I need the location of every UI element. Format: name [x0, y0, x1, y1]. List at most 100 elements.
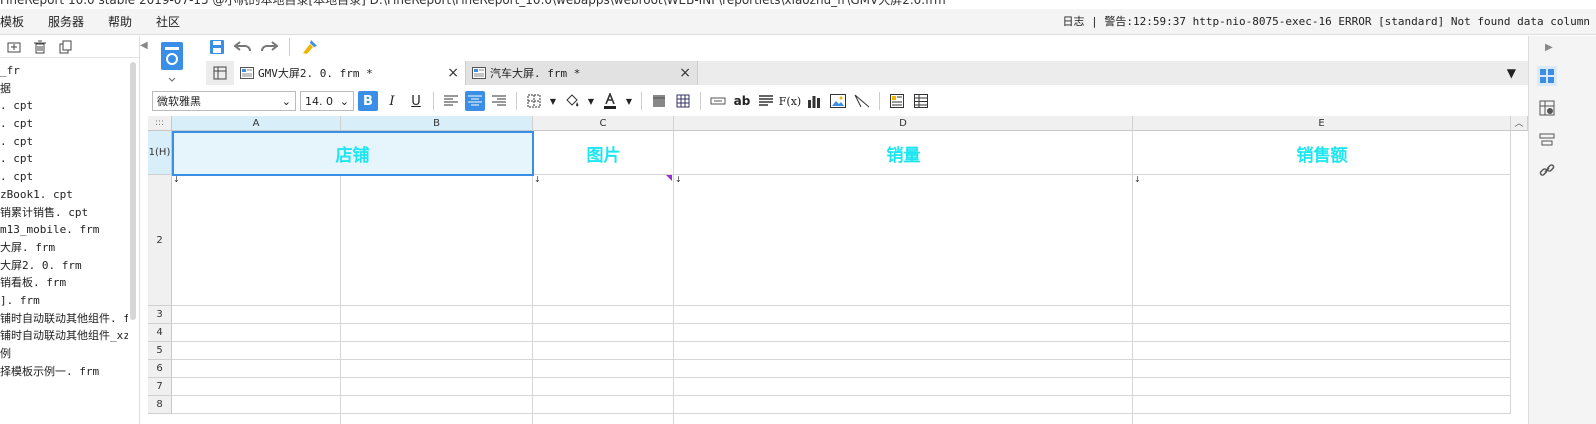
- tree-item[interactable]: . cpt: [0, 133, 128, 151]
- tree-item[interactable]: . cpt: [0, 168, 128, 186]
- close-tab-icon[interactable]: ×: [447, 65, 459, 81]
- row-5-cells[interactable]: [172, 342, 1511, 360]
- column-header-a[interactable]: A: [172, 116, 341, 131]
- tree-item[interactable]: 铺时自动联动其他组件_xz: [0, 327, 128, 345]
- save-icon[interactable]: [208, 38, 226, 56]
- warning-message[interactable]: 警告:12:59:37 http-nio-8075-exec-16 ERROR …: [1104, 15, 1590, 28]
- row-6-cells[interactable]: [172, 360, 1511, 378]
- undo-icon[interactable]: [234, 38, 252, 56]
- copy-icon[interactable]: [58, 39, 74, 55]
- tab-gmv-dashboard[interactable]: GMV大屏2. 0. frm * ×: [234, 61, 466, 85]
- tree-item[interactable]: 大屏2. 0. frm: [0, 257, 128, 275]
- column-header-b[interactable]: B: [341, 116, 533, 131]
- collapse-left-icon[interactable]: ◀: [140, 40, 148, 51]
- underline-button[interactable]: U: [406, 91, 426, 111]
- collapse-right-icon[interactable]: ▶: [1545, 42, 1553, 53]
- insert-diagonal-icon[interactable]: [852, 91, 872, 111]
- row-header-7[interactable]: 7: [148, 378, 172, 396]
- cell-a2[interactable]: [172, 175, 341, 306]
- insert-image-icon[interactable]: [828, 91, 848, 111]
- widget-panel-icon[interactable]: [1537, 66, 1557, 86]
- report-grid[interactable]: ::: A B C D E ︿ 1(H) 2 3 4 5 6 7 8 店铺 图片…: [148, 116, 1528, 424]
- cell-attribute-icon[interactable]: [1537, 98, 1557, 118]
- cell-d2[interactable]: [674, 175, 1133, 306]
- tab-list-dropdown-icon[interactable]: ▼: [1507, 66, 1516, 80]
- font-family-select[interactable]: 微软雅黑 ⌄: [152, 91, 296, 111]
- tree-item[interactable]: 择模板示例一. frm: [0, 363, 128, 381]
- chevron-down-icon[interactable]: ▼: [624, 91, 634, 111]
- align-center-icon[interactable]: [465, 91, 485, 111]
- scroll-up-icon[interactable]: ︿: [1514, 119, 1523, 129]
- menu-template[interactable]: 模板: [0, 9, 36, 35]
- bold-button[interactable]: B: [358, 91, 378, 111]
- row-header-3[interactable]: 3: [148, 306, 172, 324]
- insert-text-button[interactable]: ab: [732, 91, 752, 111]
- column-header-d[interactable]: D: [674, 116, 1133, 131]
- tree-item[interactable]: 销看板. frm: [0, 274, 128, 292]
- tree-item[interactable]: 销累计销售. cpt: [0, 204, 128, 222]
- insert-field-icon[interactable]: [708, 91, 728, 111]
- cell-c2[interactable]: [533, 175, 674, 306]
- tree-item[interactable]: 例: [0, 345, 128, 363]
- column-header-e[interactable]: E: [1133, 116, 1511, 131]
- tree-item[interactable]: zBook1. cpt: [0, 186, 128, 204]
- insert-rich-text-icon[interactable]: [756, 91, 776, 111]
- tree-item[interactable]: _fr: [0, 62, 128, 80]
- tab-car-dashboard[interactable]: 汽车大屏. frm * ×: [466, 61, 698, 85]
- unmerge-cells-icon[interactable]: [673, 91, 693, 111]
- chevron-down-icon[interactable]: ▼: [586, 91, 596, 111]
- font-color-icon[interactable]: [600, 91, 620, 111]
- cell-e2[interactable]: [1133, 175, 1511, 306]
- tree-item[interactable]: 大屏. frm: [0, 239, 128, 257]
- tree-item[interactable]: . cpt: [0, 97, 128, 115]
- new-folder-icon[interactable]: [6, 39, 22, 55]
- delete-icon[interactable]: [32, 39, 48, 55]
- log-button[interactable]: 日志: [1063, 15, 1085, 28]
- format-brush-icon[interactable]: [301, 38, 319, 56]
- row-header-6[interactable]: 6: [148, 360, 172, 378]
- tree-item[interactable]: . cpt: [0, 115, 128, 133]
- menu-community[interactable]: 社区: [144, 9, 192, 35]
- template-type-icon[interactable]: [158, 40, 186, 84]
- font-size-select[interactable]: 14. 0 ⌄: [300, 91, 354, 111]
- tree-item[interactable]: m13_mobile. frm: [0, 221, 128, 239]
- grid-layout-icon[interactable]: [206, 61, 234, 85]
- italic-button[interactable]: I: [382, 91, 402, 111]
- chevron-down-icon[interactable]: ▼: [548, 91, 558, 111]
- row-3-cells[interactable]: [172, 306, 1511, 324]
- fill-color-icon[interactable]: [562, 91, 582, 111]
- menu-help[interactable]: 帮助: [96, 9, 144, 35]
- insert-sub-report-icon[interactable]: [887, 91, 907, 111]
- tree-item[interactable]: . cpt: [0, 150, 128, 168]
- align-right-icon[interactable]: [489, 91, 509, 111]
- row-header-8[interactable]: 8: [148, 396, 172, 414]
- row-header-1[interactable]: 1(H): [148, 131, 172, 175]
- row-header-5[interactable]: 5: [148, 342, 172, 360]
- merge-cells-icon[interactable]: [649, 91, 669, 111]
- tree-item[interactable]: 铺时自动联动其他组件. fr: [0, 310, 128, 328]
- redo-icon[interactable]: [260, 38, 278, 56]
- frm-file-icon: [472, 67, 486, 79]
- insert-formula-button[interactable]: F(x): [779, 91, 801, 111]
- tree-item[interactable]: ]. frm: [0, 292, 128, 310]
- component-icon[interactable]: [1537, 130, 1557, 150]
- link-icon[interactable]: [1537, 160, 1557, 180]
- insert-table-icon[interactable]: [911, 91, 931, 111]
- tree-scrollbar[interactable]: [130, 62, 136, 320]
- row-4-cells[interactable]: [172, 324, 1511, 342]
- font-family-value: 微软雅黑: [157, 95, 201, 108]
- insert-chart-icon[interactable]: [804, 91, 824, 111]
- align-left-icon[interactable]: [441, 91, 461, 111]
- row-8-cells[interactable]: [172, 396, 1511, 414]
- menu-server[interactable]: 服务器: [36, 9, 96, 35]
- row-7-cells[interactable]: [172, 378, 1511, 396]
- column-header-c[interactable]: C: [533, 116, 674, 131]
- grid-corner[interactable]: :::: [148, 116, 172, 131]
- close-tab-icon[interactable]: ×: [679, 65, 691, 81]
- col-line: [673, 306, 674, 424]
- row-header-4[interactable]: 4: [148, 324, 172, 342]
- cell-b2[interactable]: [341, 175, 533, 306]
- border-icon[interactable]: [524, 91, 544, 111]
- tree-item[interactable]: 据: [0, 80, 128, 98]
- row-header-2[interactable]: 2: [148, 175, 172, 306]
